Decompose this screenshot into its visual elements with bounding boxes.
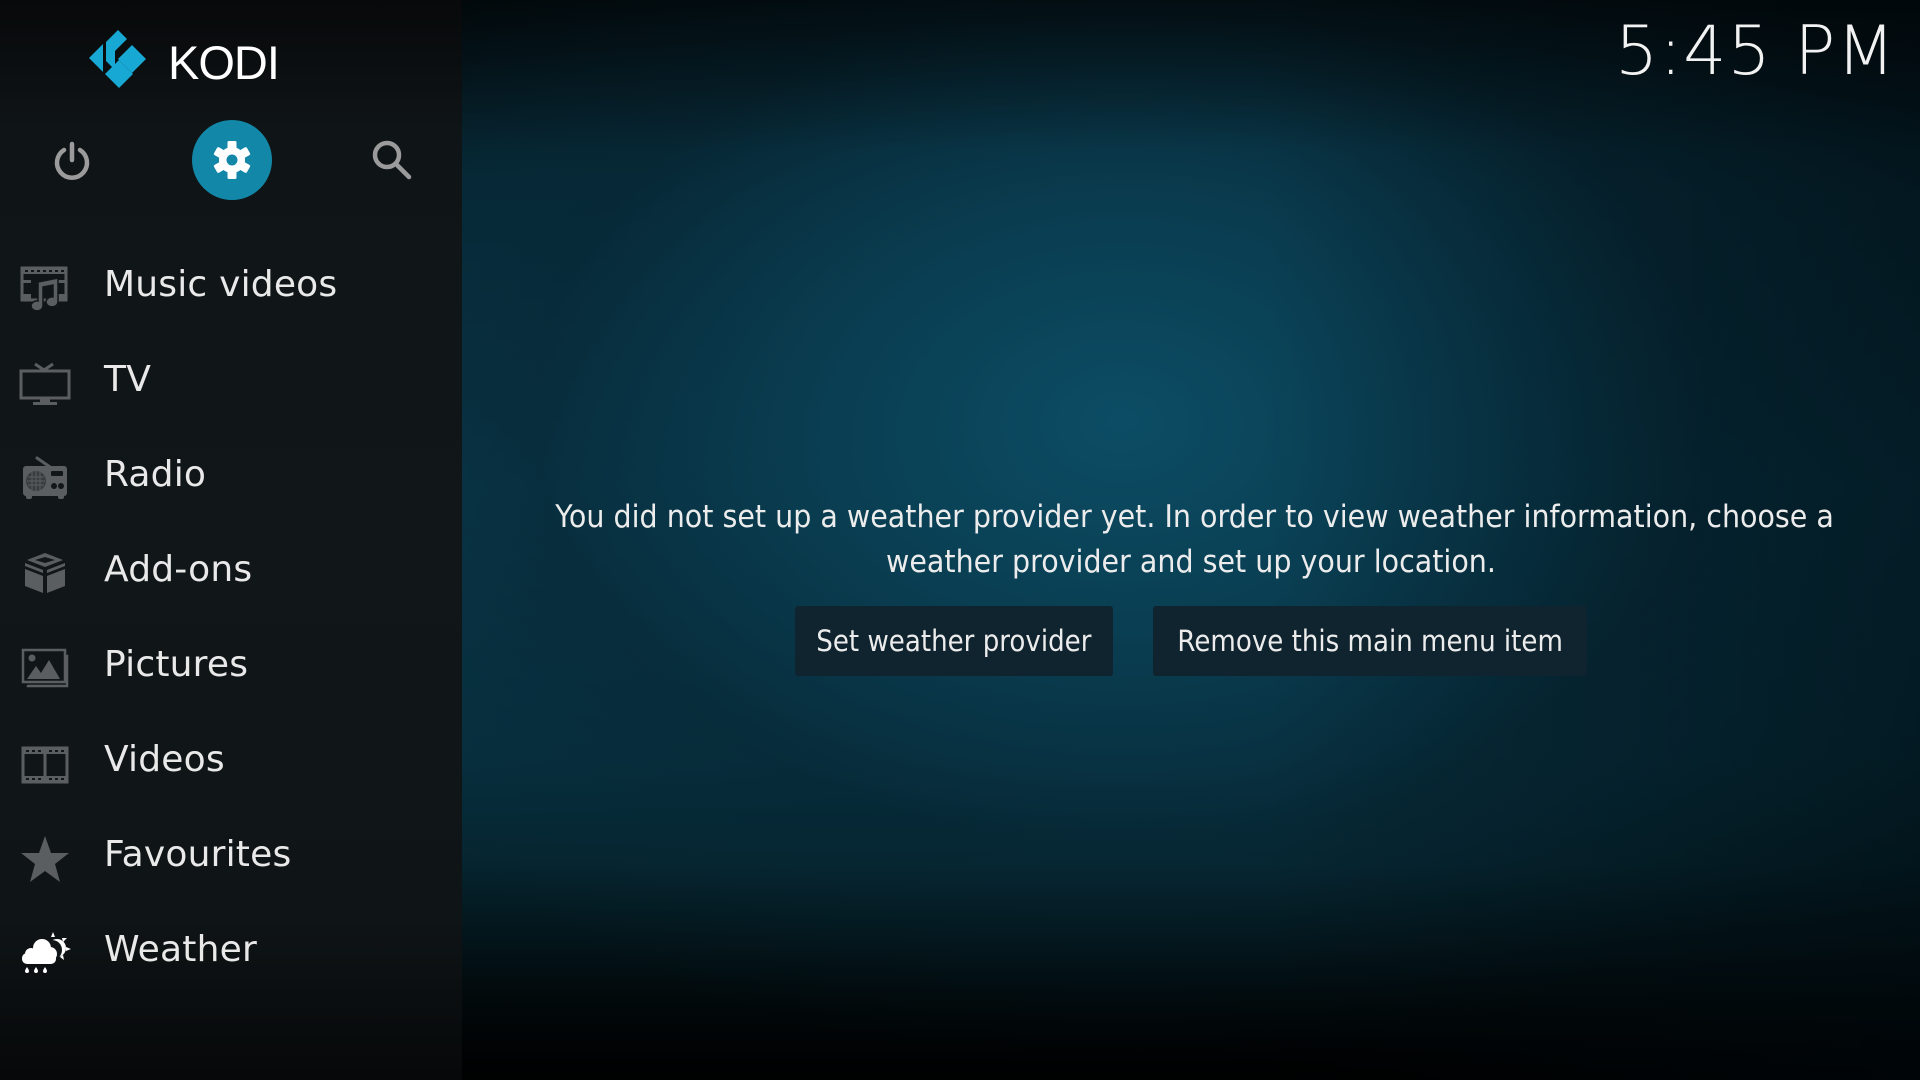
settings-button[interactable] bbox=[192, 120, 272, 200]
tv-icon bbox=[18, 359, 72, 409]
film-strip-icon bbox=[18, 739, 72, 789]
weather-icon bbox=[18, 929, 72, 979]
clock: 5:45 PM bbox=[1615, 12, 1896, 91]
sidebar-item-label: Weather bbox=[104, 929, 257, 970]
message-line-2: weather provider and set up your locatio… bbox=[886, 544, 1496, 580]
weather-setup-message: You did not set up a weather provider ye… bbox=[500, 495, 1882, 585]
sidebar-item-label: Favourites bbox=[104, 834, 292, 875]
sidebar-item-label: Radio bbox=[104, 454, 207, 495]
sidebar-item-weather[interactable]: Weather bbox=[0, 907, 462, 1002]
power-button[interactable] bbox=[44, 132, 100, 188]
search-icon bbox=[372, 140, 412, 180]
weather-actions: Set weather provider Remove this main me… bbox=[0, 606, 1920, 676]
set-weather-provider-label: Set weather provider bbox=[816, 624, 1092, 658]
sidebar-item-label: Videos bbox=[104, 739, 225, 780]
remove-menu-item-label: Remove this main menu item bbox=[1177, 624, 1563, 658]
sidebar: KODI Music videos TV Radio Add-ons Pictu… bbox=[0, 0, 462, 1080]
kodi-logo: KODI bbox=[89, 30, 280, 89]
star-icon bbox=[18, 834, 72, 884]
set-weather-provider-button[interactable]: Set weather provider bbox=[795, 606, 1113, 676]
search-button[interactable] bbox=[362, 130, 422, 190]
gear-icon bbox=[213, 141, 251, 179]
sidebar-item-label: Add-ons bbox=[104, 549, 253, 590]
sidebar-item-music-videos[interactable]: Music videos bbox=[0, 242, 462, 337]
sidebar-item-radio[interactable]: Radio bbox=[0, 432, 462, 527]
radio-icon bbox=[18, 454, 72, 504]
music-video-icon bbox=[18, 264, 72, 314]
addons-box-icon bbox=[18, 549, 72, 599]
kodi-logo-text: KODI bbox=[168, 36, 280, 89]
sidebar-item-videos[interactable]: Videos bbox=[0, 717, 462, 812]
remove-menu-item-button[interactable]: Remove this main menu item bbox=[1153, 606, 1587, 676]
sidebar-item-label: TV bbox=[104, 359, 152, 400]
power-icon bbox=[54, 141, 90, 180]
message-line-1: You did not set up a weather provider ye… bbox=[555, 499, 1834, 535]
sidebar-item-label: Music videos bbox=[104, 264, 338, 305]
kodi-logo-icon bbox=[89, 30, 146, 88]
sidebar-item-tv[interactable]: TV bbox=[0, 337, 462, 432]
sidebar-item-favourites[interactable]: Favourites bbox=[0, 812, 462, 907]
